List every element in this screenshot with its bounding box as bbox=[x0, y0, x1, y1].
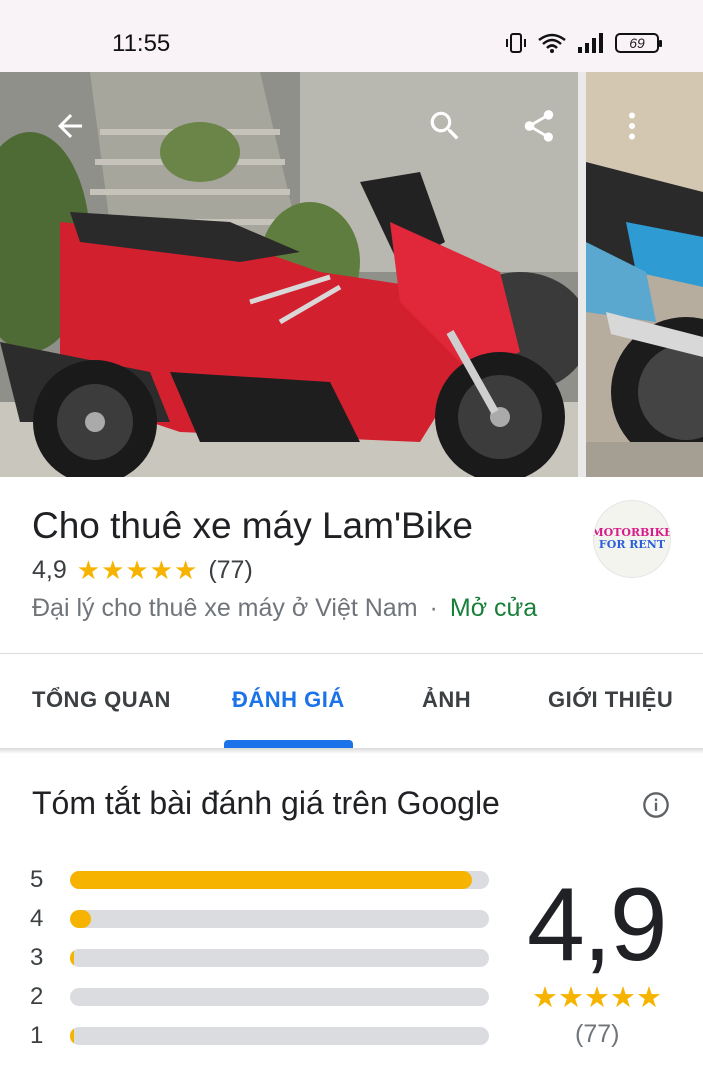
tab-bar: TỔNG QUAN ĐÁNH GIÁ ẢNH GIỚI THIỆU bbox=[0, 655, 703, 748]
rating-bar-row[interactable]: 5 bbox=[30, 866, 490, 893]
search-button[interactable] bbox=[417, 98, 473, 154]
star-level-label: 2 bbox=[30, 983, 44, 1010]
battery-icon: 69 bbox=[615, 33, 662, 53]
status-time: 11:55 bbox=[112, 30, 171, 57]
active-tab-indicator bbox=[224, 740, 353, 748]
place-category: Đại lý cho thuê xe máy ở Việt Nam bbox=[32, 594, 418, 622]
review-count: (77) bbox=[208, 556, 253, 584]
rating-bar-fill bbox=[70, 1027, 74, 1045]
review-summary-title: Tóm tắt bài đánh giá trên Google bbox=[32, 785, 500, 821]
tab-reviews[interactable]: ĐÁNH GIÁ bbox=[232, 687, 345, 713]
rating-bar-track bbox=[70, 949, 489, 967]
rating-bar-row[interactable]: 4 bbox=[30, 905, 490, 932]
open-status[interactable]: Mở cửa bbox=[450, 594, 537, 622]
back-button[interactable] bbox=[42, 98, 98, 154]
photo-carousel[interactable] bbox=[0, 72, 703, 477]
star-level-label: 4 bbox=[30, 905, 44, 932]
tab-about[interactable]: GIỚI THIỆU bbox=[548, 687, 673, 713]
info-button[interactable] bbox=[642, 791, 670, 819]
rating-bar-track bbox=[70, 1027, 489, 1045]
rating-value: 4,9 bbox=[32, 556, 67, 584]
rating-bar-row[interactable]: 1 bbox=[30, 1022, 490, 1049]
status-bar: 11:55 69 bbox=[0, 0, 703, 72]
status-icons: 69 bbox=[505, 32, 662, 54]
star-level-label: 1 bbox=[30, 1022, 44, 1049]
average-stars: ★★★★★ bbox=[532, 982, 662, 1014]
rating-bar-fill bbox=[70, 949, 74, 967]
tab-overview[interactable]: TỔNG QUAN bbox=[32, 687, 171, 713]
star-level-label: 3 bbox=[30, 944, 44, 971]
average-rating: 4,9 bbox=[527, 867, 668, 983]
star-level-label: 5 bbox=[30, 866, 44, 893]
share-button[interactable] bbox=[511, 98, 567, 154]
vibrate-icon bbox=[506, 33, 526, 53]
search-icon bbox=[430, 111, 459, 140]
rating-line[interactable]: 4,9 ★★★★★ (77) bbox=[32, 555, 253, 586]
rating-bar-row[interactable]: 3 bbox=[30, 944, 490, 971]
rating-bar-track bbox=[70, 988, 489, 1006]
signal-icon bbox=[578, 33, 603, 53]
more-vert-icon bbox=[629, 112, 635, 140]
rating-bar-row[interactable]: 2 bbox=[30, 983, 490, 1010]
place-name: Cho thuê xe máy Lam'Bike bbox=[32, 505, 474, 546]
category-line: Đại lý cho thuê xe máy ở Việt Nam · Mở cửa bbox=[32, 594, 537, 623]
info-icon bbox=[643, 792, 669, 818]
more-button[interactable] bbox=[604, 98, 660, 154]
share-icon bbox=[524, 110, 554, 142]
rating-bar-track bbox=[70, 910, 489, 928]
logo-text-2: FOR RENT bbox=[598, 538, 666, 551]
wifi-icon bbox=[538, 33, 566, 53]
arrow-back-icon bbox=[58, 114, 82, 138]
separator-dot: · bbox=[429, 594, 438, 622]
rating-stars: ★★★★★ bbox=[76, 555, 199, 585]
battery-level: 69 bbox=[629, 35, 645, 51]
rating-bar-fill bbox=[70, 910, 91, 928]
rating-bar-fill bbox=[70, 871, 472, 889]
divider bbox=[0, 653, 703, 654]
tabs-shadow bbox=[0, 748, 703, 754]
total-review-count: (77) bbox=[575, 1020, 620, 1048]
business-logo[interactable]: MOTORBIKE FOR RENT bbox=[593, 500, 671, 578]
tab-photos[interactable]: ẢNH bbox=[422, 687, 471, 713]
rating-bar-track bbox=[70, 871, 489, 889]
